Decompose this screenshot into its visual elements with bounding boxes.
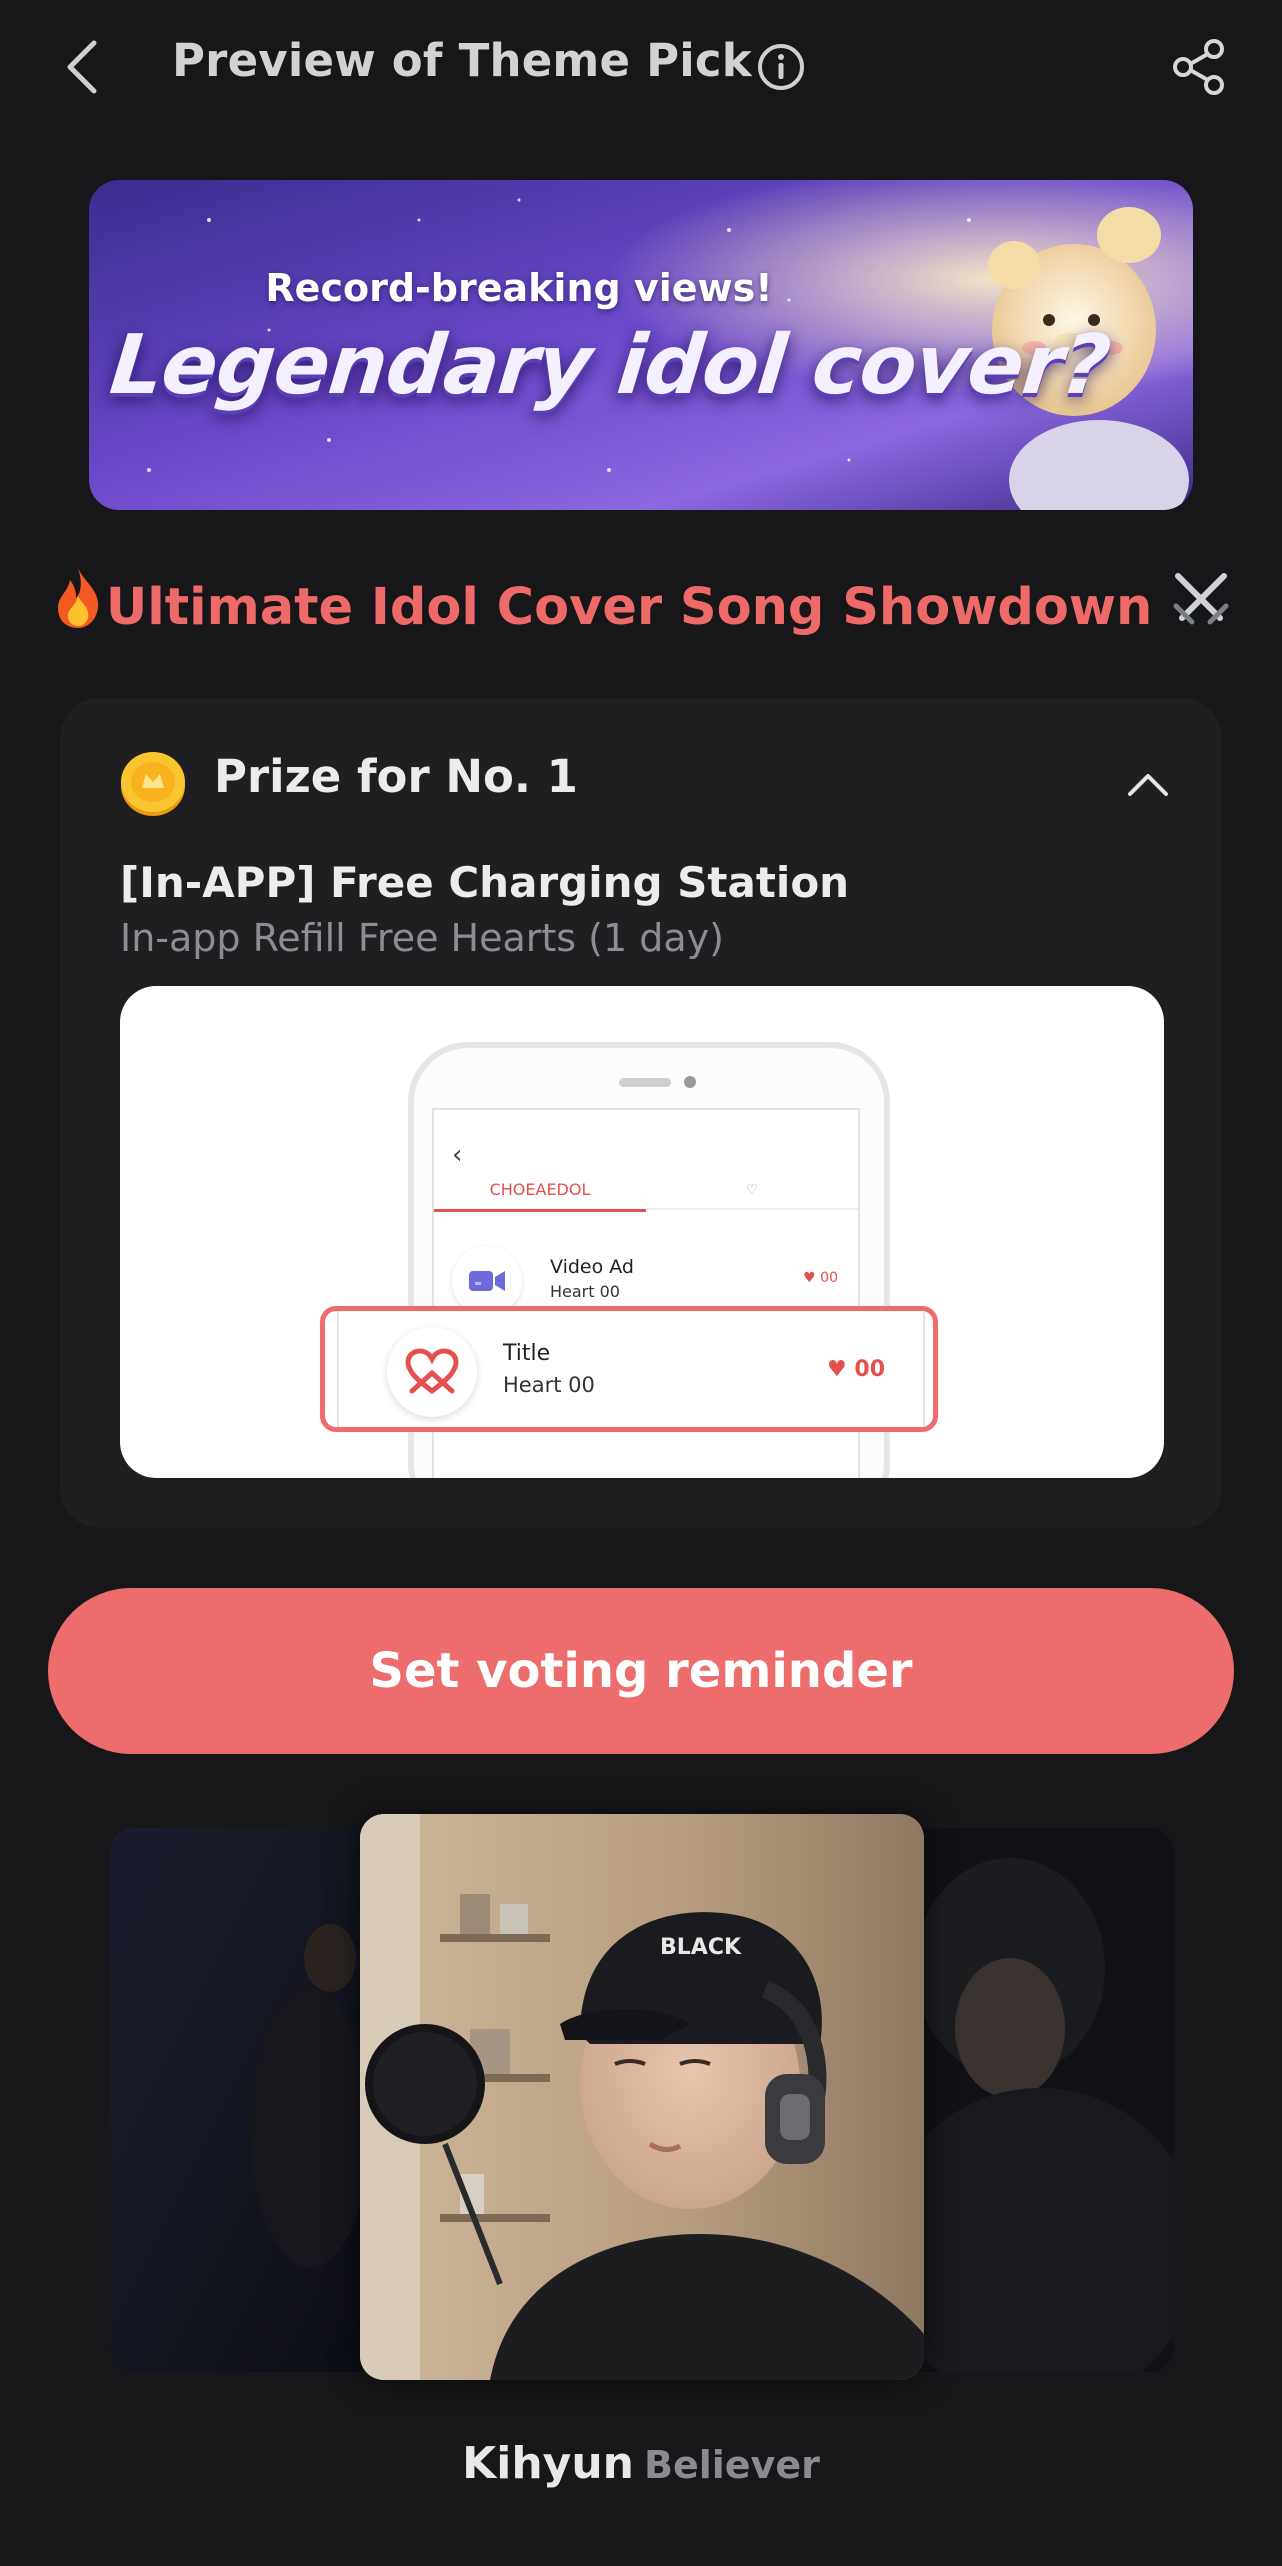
chevron-left-icon [67, 40, 97, 94]
prize-image: ‹ CHOEAEDOL ♡ Video Ad Heart 00 ♥ 00 Tit… [120, 986, 1164, 1478]
mock-heart-tab-icon: ♡ [646, 1182, 858, 1210]
event-title-row: Ultimate Idol Cover Song Showdown [0, 566, 1282, 643]
crossed-swords-icon [1170, 568, 1232, 643]
highlighted-row-count: ♥ 00 [827, 1357, 885, 1382]
banner-headline: Legendary idol cover? [106, 318, 1114, 413]
collapse-button[interactable] [1116, 752, 1180, 816]
info-button[interactable] [754, 40, 808, 94]
video-thumbnail-current[interactable]: BLACK [360, 1814, 924, 2380]
video-thumbnail-previous[interactable] [110, 1828, 380, 2372]
phone-camera [684, 1076, 696, 1088]
header: Preview of Theme Pick [0, 0, 1282, 134]
prize-description: In-app Refill Free Hearts (1 day) [120, 916, 724, 960]
video-caption: Kihyun Believer [0, 2438, 1282, 2489]
event-title: Ultimate Idol Cover Song Showdown [105, 578, 1153, 637]
share-icon [1173, 39, 1224, 95]
song-title: Believer [644, 2443, 820, 2487]
artist-name: Kihyun [462, 2438, 634, 2489]
highlighted-row-sub: Heart 00 [503, 1373, 595, 1397]
video-thumbnail-next[interactable] [900, 1828, 1174, 2372]
mock-row-title: Video Ad [550, 1256, 634, 1278]
prize-name: [In-APP] Free Charging Station [120, 858, 850, 907]
info-icon [758, 44, 804, 90]
highlighted-row: Title Heart 00 ♥ 00 [320, 1306, 938, 1432]
event-banner[interactable]: Record-breaking views! Legendary idol co… [89, 180, 1193, 510]
chevron-up-icon [1128, 774, 1168, 796]
banner-subtitle: Record-breaking views! [265, 266, 773, 310]
set-voting-reminder-button[interactable]: Set voting reminder [48, 1588, 1234, 1754]
back-button[interactable] [50, 28, 114, 106]
coin-icon [118, 748, 188, 818]
page-title: Preview of Theme Pick [172, 34, 752, 87]
video-carousel[interactable]: BLACK [0, 1814, 1282, 2390]
mock-back-icon: ‹ [452, 1140, 463, 1170]
prize-card: Prize for No. 1 [In-APP] Free Charging S… [60, 698, 1222, 1528]
highlighted-row-title: Title [503, 1341, 551, 1366]
prize-heading: Prize for No. 1 [214, 750, 578, 803]
svg-text:BLACK: BLACK [660, 1935, 742, 1960]
share-button[interactable] [1166, 34, 1232, 100]
phone-speaker [619, 1078, 671, 1087]
fire-icon [50, 566, 106, 643]
mock-tab: CHOEAEDOL [434, 1180, 646, 1212]
mock-row-sub: Heart 00 [550, 1282, 620, 1301]
heart-ribbon-icon [387, 1327, 477, 1417]
mock-row-count: ♥ 00 [803, 1270, 838, 1286]
